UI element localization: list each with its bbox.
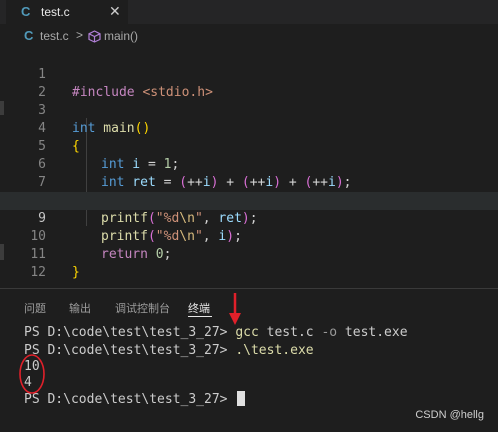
code-line: 10 return 0; (0, 210, 498, 262)
breadcrumb: C test.c > main() (0, 26, 498, 46)
panel-tabs: 问题 输出 调试控制台 终端 (0, 298, 498, 318)
close-icon[interactable]: ✕ (109, 3, 121, 20)
tab-title: test.c (41, 5, 70, 19)
active-tab-indicator (188, 316, 212, 317)
tab-terminal[interactable]: 终端 (188, 300, 210, 316)
terminal-cursor (237, 391, 246, 406)
c-file-icon: C (24, 28, 34, 43)
symbol-method-icon (88, 30, 101, 43)
code-line: 5 int i = 1; (0, 120, 498, 172)
code-line: 8 printf("%d\n", ret); (0, 174, 498, 226)
tab-problems[interactable]: 问题 (24, 300, 46, 316)
watermark: CSDN @hellg (415, 409, 484, 421)
code-line: 6 int ret = (++i) + (++i) + (++i); (0, 138, 498, 190)
tab-debug-console[interactable]: 调试控制台 (115, 300, 170, 316)
c-file-icon: C (21, 4, 31, 19)
line-number: 12 (30, 265, 46, 280)
code-line: 12 (0, 246, 498, 280)
code-line: 11 } (0, 228, 498, 280)
code-editor[interactable]: 1 #include <stdio.h> 2 3 int main() 4 { … (0, 46, 498, 288)
chevron-right-icon: > (76, 28, 84, 42)
annotation-circle-icon (19, 354, 45, 394)
code-line: 2 (0, 66, 498, 100)
annotation-arrow-icon (229, 293, 241, 325)
terminal-line: PS D:\code\test\test_3_27> gcc test.c -o… (24, 325, 408, 340)
code-line: 1 #include <stdio.h> (0, 48, 498, 100)
editor-tab-test-c[interactable]: C test.c ✕ (6, 0, 128, 24)
code-line-current: 9 printf("%d\n", i); (0, 192, 498, 244)
tab-output[interactable]: 输出 (69, 300, 91, 316)
terminal-input-line[interactable]: PS D:\code\test\test_3_27> (24, 391, 246, 408)
terminal-line: PS D:\code\test\test_3_27> .\test.exe (24, 343, 314, 358)
tab-bar: C test.c ✕ (0, 0, 498, 24)
breadcrumb-symbol[interactable]: main() (104, 29, 138, 43)
breadcrumb-file[interactable]: test.c (40, 29, 69, 43)
panel-divider (0, 288, 498, 289)
code-line: 7 (0, 156, 498, 190)
code-line: 4 { (0, 102, 498, 154)
code-line: 3 int main() (0, 84, 498, 136)
